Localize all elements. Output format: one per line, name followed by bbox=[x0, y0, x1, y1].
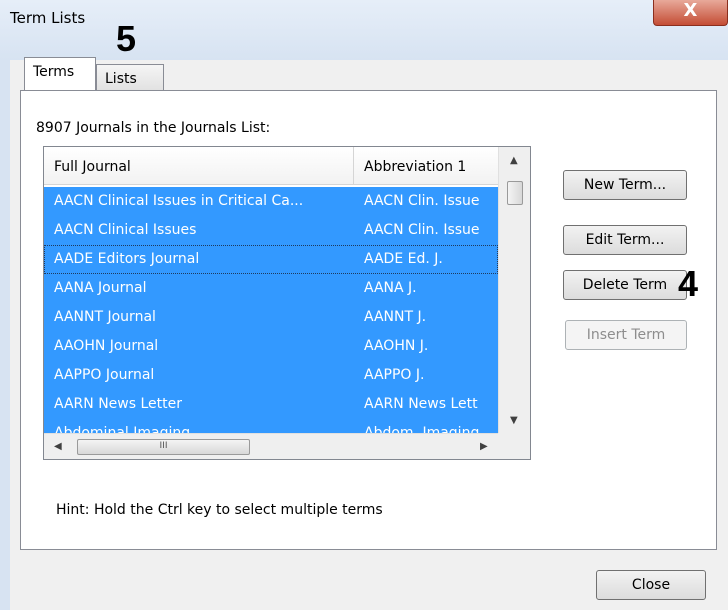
cell-abbreviation: AADE Ed. J. bbox=[364, 251, 443, 267]
tab-terms[interactable]: Terms bbox=[24, 57, 96, 90]
annotation-label-4: 4 bbox=[678, 263, 699, 304]
cell-abbreviation: AARN News Lett bbox=[364, 396, 478, 412]
delete-term-button[interactable]: Delete Term bbox=[563, 270, 687, 300]
cell-full-journal: AAOHN Journal bbox=[54, 338, 159, 354]
tab-terms-label: Terms bbox=[33, 64, 75, 80]
cell-abbreviation: AACN Clin. Issue bbox=[364, 222, 480, 238]
horizontal-scroll-thumb[interactable]: III bbox=[77, 439, 250, 455]
table-row[interactable]: AARN News Letter AARN News Lett bbox=[44, 390, 498, 419]
cell-full-journal: AACN Clinical Issues in Critical Ca... bbox=[54, 193, 304, 209]
close-button[interactable]: Close bbox=[596, 570, 706, 600]
cell-full-journal: AANNT Journal bbox=[54, 309, 156, 325]
annotation-label-5: 5 bbox=[116, 18, 137, 59]
horizontal-scrollbar[interactable]: ◀ III ▶ bbox=[44, 433, 498, 459]
column-divider[interactable] bbox=[353, 147, 354, 185]
table-row[interactable]: Abdominal Imaging Abdom. Imaging bbox=[44, 419, 498, 433]
scroll-down-arrow-icon[interactable]: ▼ bbox=[510, 415, 518, 426]
cell-abbreviation: Abdom. Imaging bbox=[364, 425, 480, 433]
close-window-button[interactable]: X bbox=[653, 0, 728, 26]
cell-full-journal: Abdominal Imaging bbox=[54, 425, 191, 433]
journal-list[interactable]: Full Journal Abbreviation 1 AACN Clinica… bbox=[43, 146, 531, 460]
edit-term-button[interactable]: Edit Term... bbox=[563, 225, 687, 255]
list-header: Full Journal Abbreviation 1 bbox=[44, 147, 498, 185]
column-header-abbreviation[interactable]: Abbreviation 1 bbox=[364, 159, 466, 175]
insert-term-button[interactable]: Insert Term bbox=[565, 320, 687, 350]
table-row[interactable]: AANNT Journal AANNT J. bbox=[44, 303, 498, 332]
scroll-right-arrow-icon[interactable]: ▶ bbox=[480, 441, 488, 452]
tab-lists[interactable]: Lists bbox=[96, 64, 164, 91]
cell-abbreviation: AAOHN J. bbox=[364, 338, 429, 354]
column-header-full-journal[interactable]: Full Journal bbox=[54, 159, 131, 175]
title-bar: Term Lists X bbox=[0, 0, 728, 60]
cell-abbreviation: AANNT J. bbox=[364, 309, 427, 325]
table-row[interactable]: AACN Clinical Issues AACN Clin. Issue bbox=[44, 216, 498, 245]
list-rows: AACN Clinical Issues in Critical Ca... A… bbox=[44, 187, 498, 433]
cell-full-journal: AANA Journal bbox=[54, 280, 147, 296]
cell-full-journal: AARN News Letter bbox=[54, 396, 182, 412]
list-caption: 8907 Journals in the Journals List: bbox=[36, 120, 271, 136]
new-term-button[interactable]: New Term... bbox=[563, 170, 687, 200]
scrollbar-corner bbox=[498, 433, 530, 459]
window-frame-left bbox=[0, 60, 10, 610]
vertical-scrollbar[interactable]: ▲ ▼ bbox=[498, 147, 530, 433]
tab-lists-label: Lists bbox=[105, 71, 137, 87]
window-title: Term Lists bbox=[10, 9, 86, 27]
cell-abbreviation: AAPPO J. bbox=[364, 367, 425, 383]
hint-text: Hint: Hold the Ctrl key to select multip… bbox=[56, 502, 383, 518]
cell-full-journal: AAPPO Journal bbox=[54, 367, 155, 383]
vertical-scroll-thumb[interactable] bbox=[507, 181, 523, 205]
table-row[interactable]: AAOHN Journal AAOHN J. bbox=[44, 332, 498, 361]
scroll-left-arrow-icon[interactable]: ◀ bbox=[54, 441, 62, 452]
cell-abbreviation: AANA J. bbox=[364, 280, 417, 296]
cell-full-journal: AACN Clinical Issues bbox=[54, 222, 197, 238]
scroll-up-arrow-icon[interactable]: ▲ bbox=[510, 155, 518, 166]
cell-full-journal: AADE Editors Journal bbox=[54, 251, 200, 267]
table-row[interactable]: AANA Journal AANA J. bbox=[44, 274, 498, 303]
cell-abbreviation: AACN Clin. Issue bbox=[364, 193, 480, 209]
table-row[interactable]: AACN Clinical Issues in Critical Ca... A… bbox=[44, 187, 498, 216]
table-row[interactable]: AAPPO Journal AAPPO J. bbox=[44, 361, 498, 390]
table-row[interactable]: AADE Editors Journal AADE Ed. J. bbox=[44, 245, 498, 274]
